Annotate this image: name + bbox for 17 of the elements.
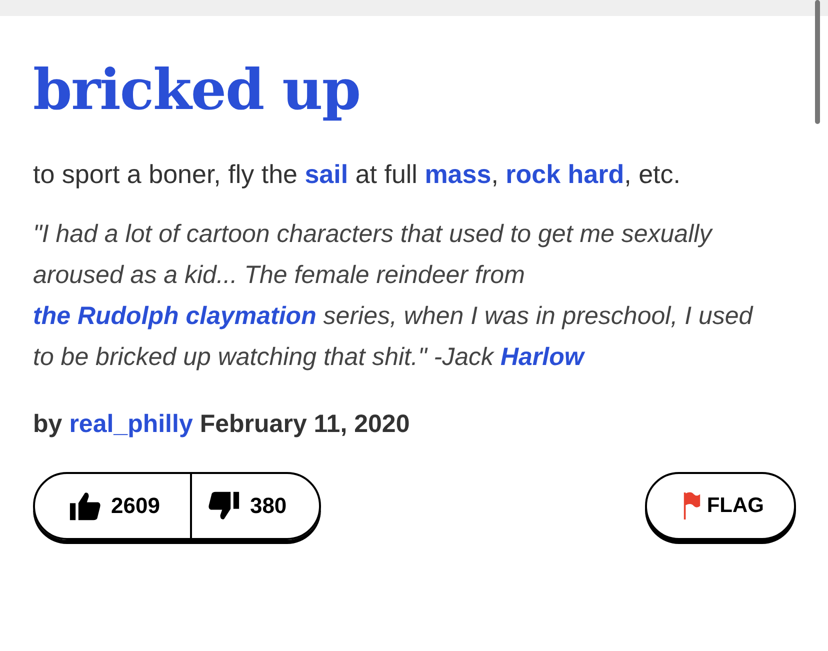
term-link[interactable]: mass	[424, 159, 492, 189]
thumbs-up-icon	[69, 490, 101, 522]
entry-date: February 11, 2020	[200, 409, 410, 440]
definition-text: to sport a boner, fly the sail at full mass, rock hard, etc.	[33, 158, 682, 190]
term-link[interactable]: sail	[304, 159, 348, 189]
scrollbar[interactable]	[815, 0, 820, 124]
thumbs-down-icon	[208, 490, 240, 522]
byline-prefix: by	[33, 409, 62, 440]
flag-icon	[682, 491, 701, 521]
example-text: "I had a lot of cartoon characters that used to get me sexually aroused as a kid... The female reindeer from the Rudolph claymation series, when I was in preschool, I used to be bricked up watching that shit." -Jack Harlow	[33, 219, 754, 373]
upvote-button[interactable]: 2609	[35, 474, 190, 538]
term-link[interactable]: rock hard	[506, 159, 624, 189]
word-title[interactable]: bricked up	[33, 58, 360, 122]
term-link[interactable]: Harlow	[500, 343, 584, 371]
downvote-button[interactable]: 380	[192, 474, 319, 538]
author-link[interactable]: real_philly	[69, 408, 193, 440]
term-link[interactable]: the Rudolph claymation	[33, 302, 316, 330]
